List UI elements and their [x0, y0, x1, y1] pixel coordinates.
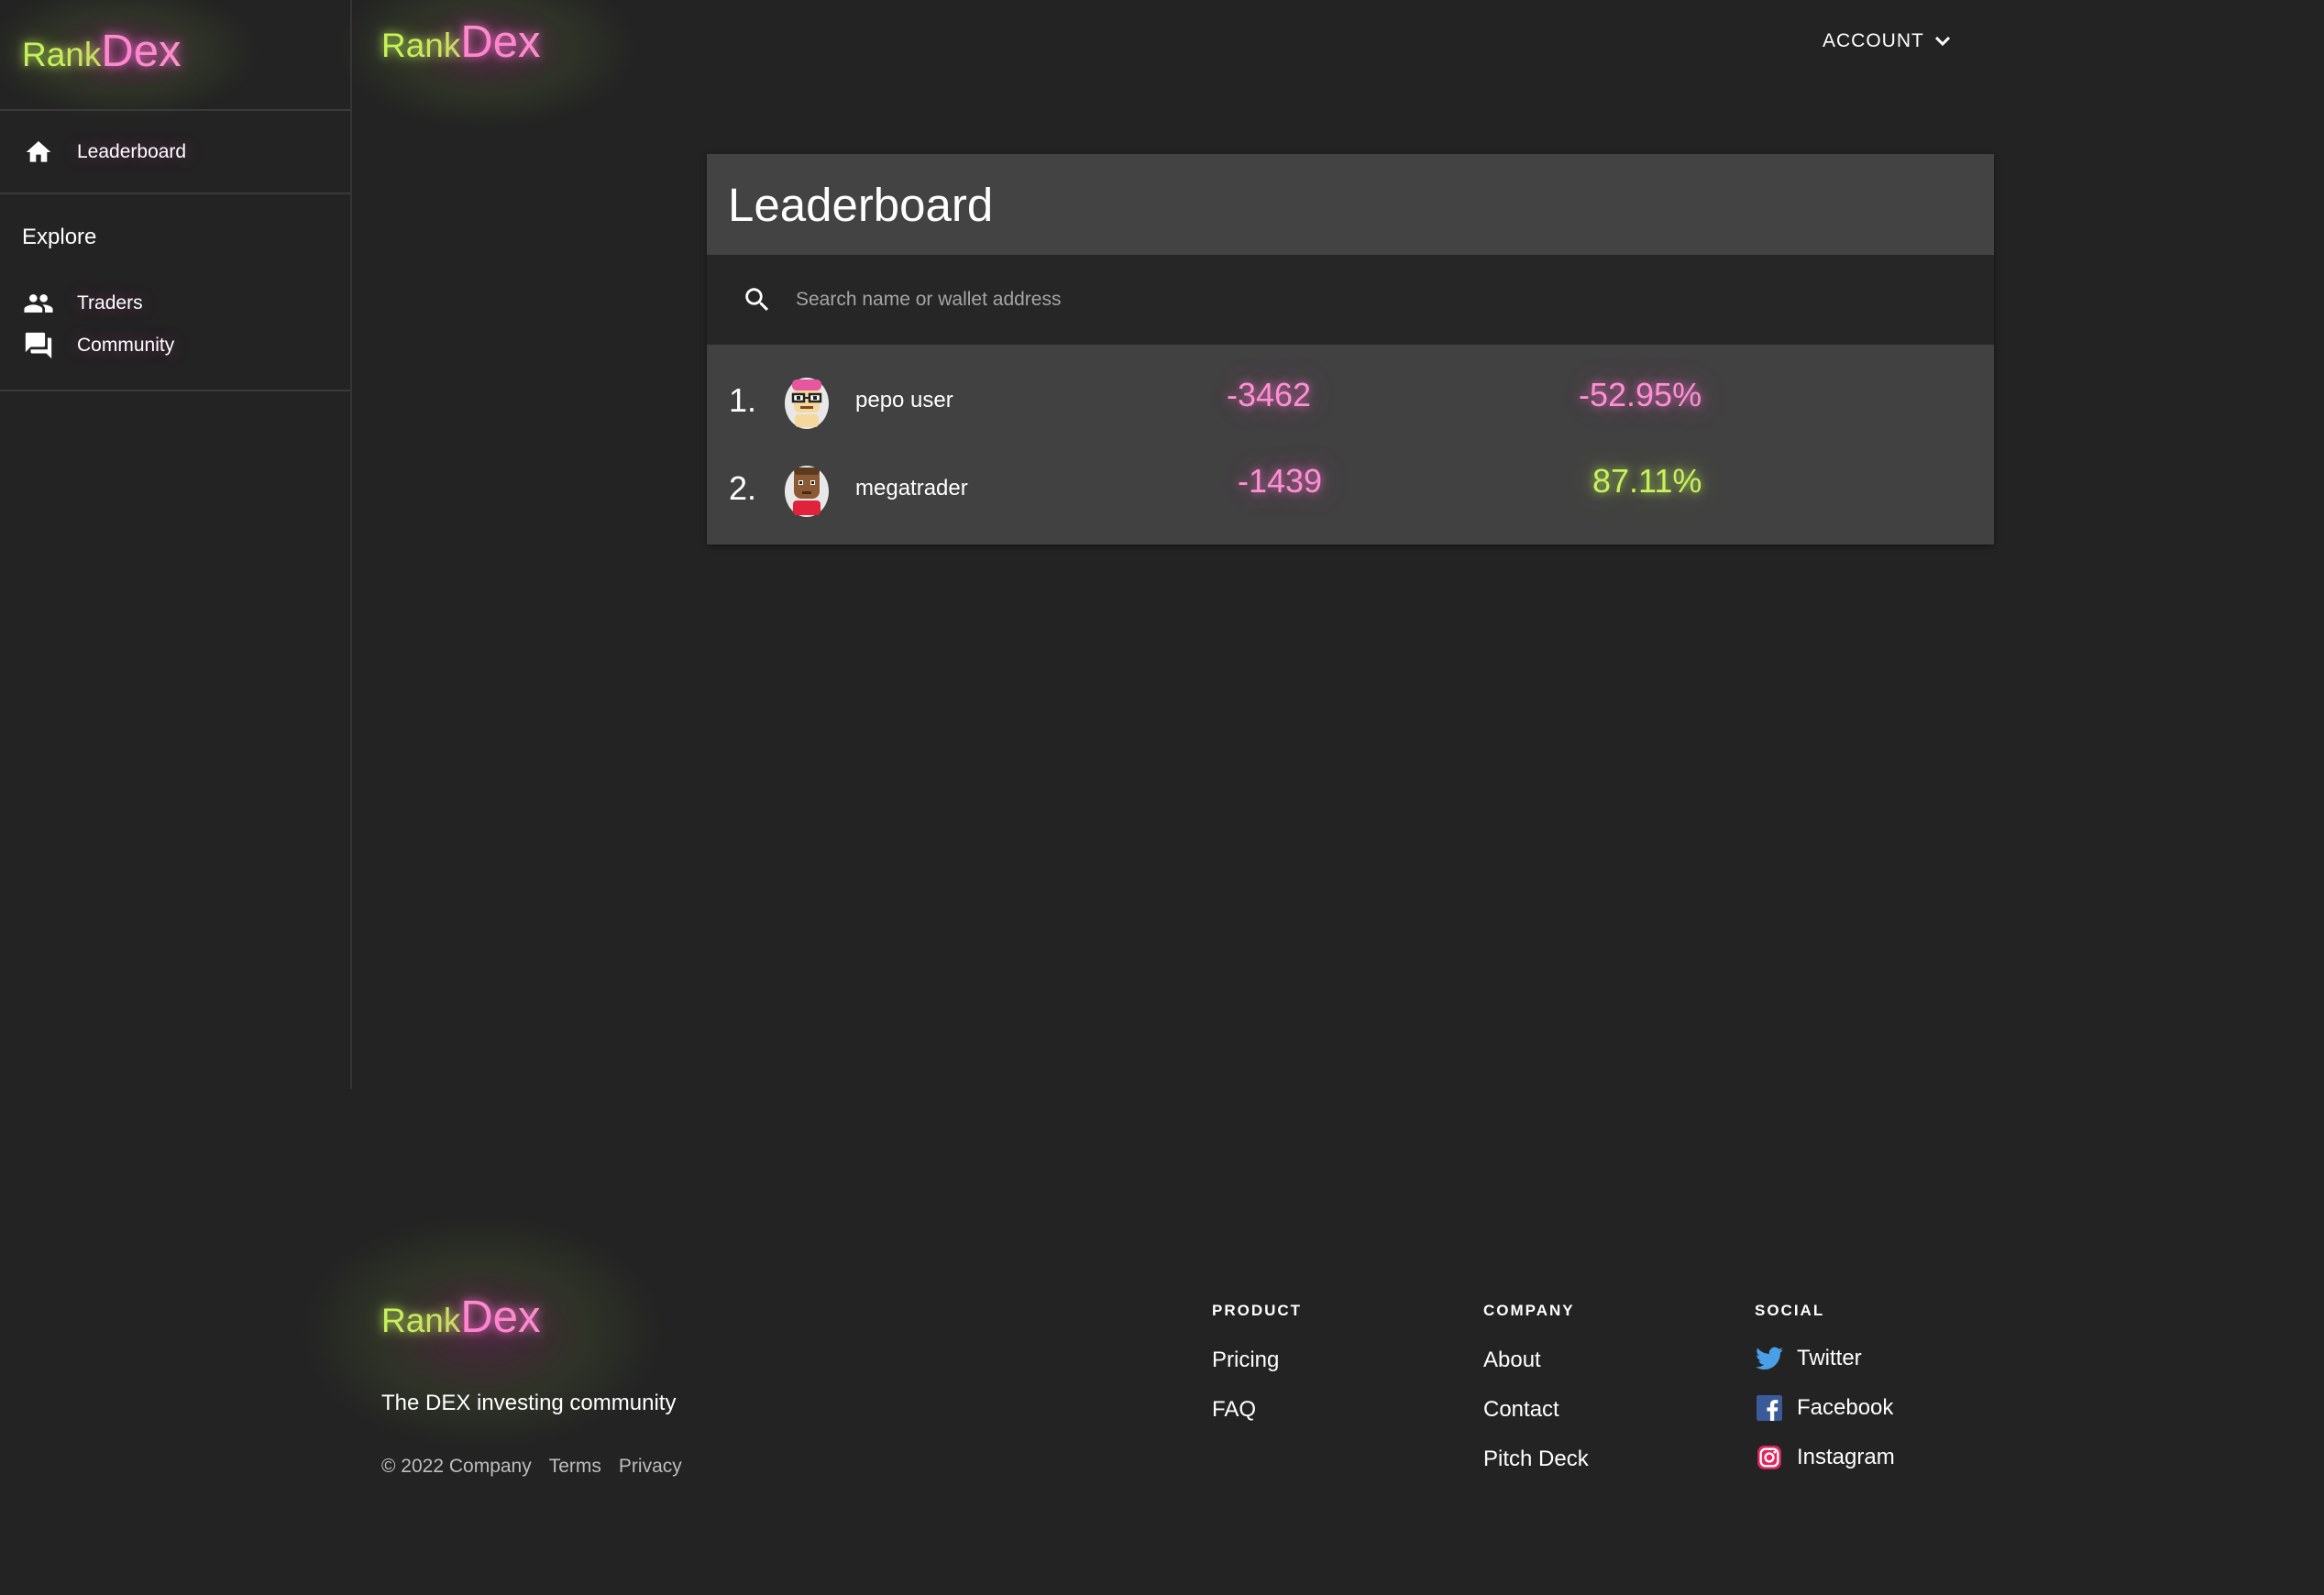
change-percent: 87.11%	[1592, 462, 1702, 500]
search-input[interactable]	[794, 280, 1898, 319]
logo-dex-text: Dex	[460, 17, 541, 67]
chevron-down-icon	[1934, 36, 1950, 47]
sidebar-logo[interactable]: RankDex	[0, 0, 260, 121]
sidebar-item-label: Community	[77, 335, 175, 356]
rank-number: 1.	[729, 381, 757, 419]
search-icon	[745, 288, 769, 312]
social-label: Facebook	[1797, 1395, 1894, 1420]
username: pepo user	[855, 388, 953, 412]
social-label: Instagram	[1797, 1445, 1895, 1469]
sidebar-item-label: Leaderboard	[77, 141, 187, 162]
sidebar-item-leaderboard[interactable]: Leaderboard	[22, 132, 186, 172]
footer-link-about[interactable]: About	[1483, 1348, 1541, 1373]
page-title: Leaderboard	[728, 179, 994, 231]
footer-link-twitter[interactable]: Twitter	[1755, 1344, 1862, 1373]
account-menu-button[interactable]: ACCOUNT	[1823, 30, 1952, 52]
leaderboard-row[interactable]: 1. pepo user -3462 -52.95%	[707, 354, 1994, 442]
username: megatrader	[855, 476, 968, 500]
home-icon	[22, 136, 55, 169]
sidebar-divider	[0, 192, 350, 194]
sidebar-item-community[interactable]: Community	[22, 325, 174, 366]
score-value: -1439	[1238, 462, 1323, 500]
people-icon	[22, 287, 55, 320]
footer-tagline: The DEX investing community	[381, 1391, 677, 1415]
avatar	[785, 378, 829, 429]
header-logo[interactable]: RankDex	[336, 0, 638, 130]
leaderboard-header: Leaderboard	[707, 154, 1994, 255]
logo-dex-text: Dex	[101, 27, 182, 76]
leaderboard-row[interactable]: 2. megatrader -1439 87.11%	[707, 442, 1994, 530]
sidebar-divider	[0, 109, 350, 111]
logo-dex-text: Dex	[460, 1292, 541, 1342]
footer-logo[interactable]: RankDex	[299, 1213, 666, 1451]
avatar	[785, 466, 829, 517]
instagram-icon	[1755, 1443, 1784, 1472]
leaderboard-list: 1. pepo user -3462 -52.95% 2. megatrader…	[707, 345, 1994, 544]
footer-product-title: PRODUCT	[1212, 1302, 1303, 1319]
social-label: Twitter	[1797, 1346, 1862, 1370]
footer-company-title: COMPANY	[1483, 1302, 1575, 1319]
rank-number: 2.	[729, 469, 757, 507]
facebook-icon	[1755, 1393, 1784, 1423]
footer-copyright: © 2022 Company Terms Privacy	[381, 1456, 682, 1478]
forum-icon	[22, 329, 55, 362]
footer-link-contact[interactable]: Contact	[1483, 1397, 1559, 1423]
twitter-icon	[1755, 1344, 1784, 1373]
copyright-text: © 2022 Company	[381, 1456, 532, 1477]
sidebar-item-traders[interactable]: Traders	[22, 283, 143, 324]
search-bar	[707, 255, 1994, 345]
footer-link-pricing[interactable]: Pricing	[1212, 1348, 1279, 1373]
privacy-link[interactable]: Privacy	[619, 1456, 682, 1478]
leaderboard-card: Leaderboard 1. pepo user -3462 -52.95%	[707, 154, 1994, 544]
logo-rank-text: Rank	[381, 1302, 461, 1339]
footer-link-instagram[interactable]: Instagram	[1755, 1443, 1895, 1472]
score-value: -3462	[1227, 376, 1312, 413]
terms-link[interactable]: Terms	[549, 1456, 601, 1478]
sidebar: RankDex Leaderboard Explore Traders Comm…	[0, 0, 352, 1089]
sidebar-divider	[0, 390, 350, 391]
footer-link-facebook[interactable]: Facebook	[1755, 1393, 1893, 1423]
change-percent: -52.95%	[1579, 376, 1702, 413]
explore-heading: Explore	[22, 225, 97, 249]
footer-link-pitch-deck[interactable]: Pitch Deck	[1483, 1446, 1589, 1472]
sidebar-item-label: Traders	[77, 292, 143, 314]
footer-link-faq[interactable]: FAQ	[1212, 1397, 1256, 1423]
logo-rank-text: Rank	[381, 27, 461, 64]
account-label: ACCOUNT	[1823, 30, 1924, 51]
footer-social-title: SOCIAL	[1755, 1302, 1825, 1319]
logo-rank-text: Rank	[22, 36, 102, 73]
